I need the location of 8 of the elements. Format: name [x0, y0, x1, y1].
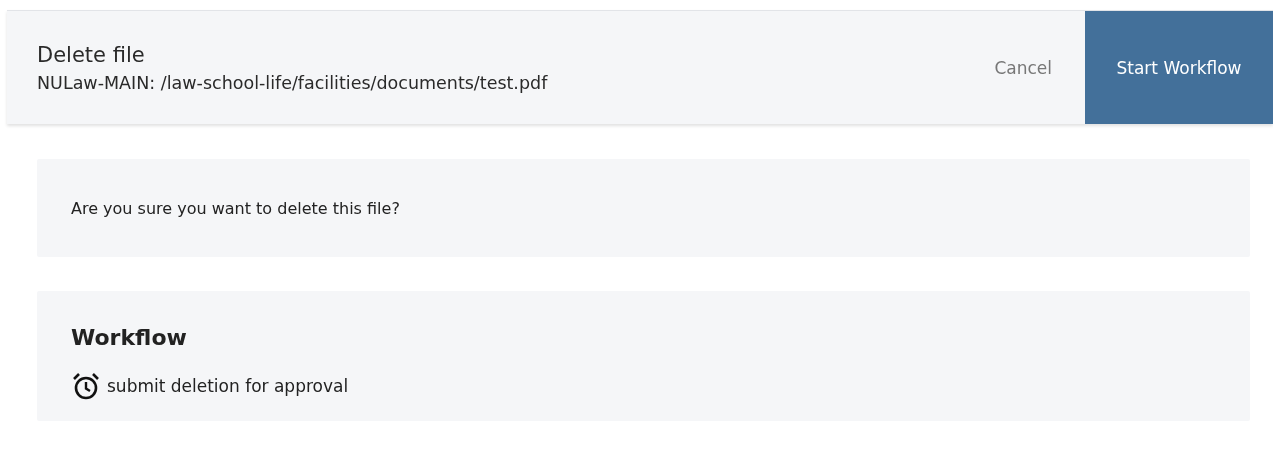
workflow-heading: Workflow	[71, 325, 188, 350]
start-workflow-button[interactable]: Start Workflow	[1085, 11, 1273, 124]
dialog-title: Delete file	[37, 42, 146, 67]
file-path: NULaw-MAIN: /law-school-life/facilities/documents/test.pdf	[37, 72, 549, 93]
workflow-step: submit deletion for approval	[107, 376, 349, 396]
alarm-clock-icon	[71, 372, 101, 400]
cancel-button[interactable]: Cancel	[961, 11, 1085, 124]
confirmation-message: Are you sure you want to delete this file?	[71, 198, 400, 218]
